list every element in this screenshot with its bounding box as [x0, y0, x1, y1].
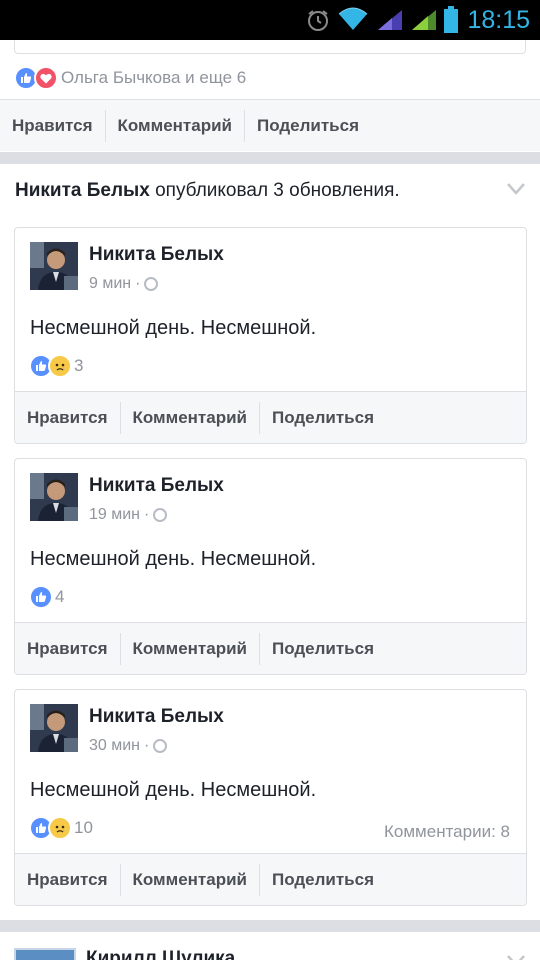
shared-content-card[interactable]: [14, 40, 526, 54]
sad-reaction-icon: [48, 354, 72, 378]
post-author[interactable]: Никита Белых: [89, 475, 224, 497]
share-button[interactable]: Поделиться: [245, 110, 371, 142]
reactions-summary[interactable]: 10: [29, 816, 93, 840]
comment-button[interactable]: Комментарий: [106, 109, 245, 142]
chevron-down-icon[interactable]: [506, 182, 526, 196]
chevron-down-icon[interactable]: [506, 954, 526, 960]
share-button[interactable]: Поделиться: [260, 864, 386, 896]
avatar[interactable]: [30, 242, 78, 290]
post-meta: 9 мин ·: [89, 275, 159, 293]
like-button[interactable]: Нравится: [0, 109, 106, 142]
clock: 18:15: [467, 6, 530, 34]
action-bar: Нравится Комментарий Поделиться: [15, 391, 526, 443]
comments-count-link[interactable]: Комментарии: 8: [384, 822, 510, 842]
like-reaction-icon: [29, 585, 53, 609]
alarm-icon: [308, 10, 328, 31]
post-text: Несмешной день. Несмешной.: [30, 548, 317, 570]
globe-icon: [153, 508, 168, 522]
post-author[interactable]: Кирилл Шулика: [86, 948, 235, 960]
post-card: Никита Белых 19 мин · Несмешной день. Не…: [14, 458, 527, 675]
avatar[interactable]: [14, 948, 76, 960]
globe-icon: [153, 739, 168, 753]
previous-post: Ольга Бычкова и еще 6 Нравится Комментар…: [0, 40, 540, 152]
wifi-icon: [338, 7, 368, 30]
post-meta: 19 мин ·: [89, 506, 168, 524]
action-bar: Нравится Комментарий Поделиться: [15, 853, 526, 905]
globe-icon: [144, 277, 159, 291]
post-card: Никита Белых 30 мин · Несмешной день. Не…: [14, 689, 527, 906]
love-reaction-icon: [34, 66, 58, 90]
avatar[interactable]: [30, 473, 78, 521]
post-card: Никита Белых 9 мин · Несмешной день. Нес…: [14, 227, 527, 444]
comment-button[interactable]: Комментарий: [121, 632, 260, 665]
post-text: Несмешной день. Несмешной.: [30, 779, 317, 801]
post-time[interactable]: 19 мин: [89, 506, 140, 524]
post-meta: 30 мин ·: [89, 737, 168, 755]
reaction-count: 4: [55, 587, 65, 606]
avatar[interactable]: [30, 704, 78, 752]
battery-icon: [444, 6, 458, 33]
story-author-link[interactable]: Никита Белых: [15, 180, 150, 201]
status-bar: 18:15: [0, 0, 540, 40]
feed-divider: [0, 152, 540, 164]
post-text: Несмешной день. Несмешной.: [30, 317, 317, 339]
story-header-text: опубликовал 3 обновления.: [155, 180, 400, 201]
signal-icon: [378, 10, 402, 30]
reactions-summary[interactable]: 3: [29, 354, 83, 378]
signal-icon: [412, 10, 436, 30]
share-button[interactable]: Поделиться: [260, 402, 386, 434]
action-bar: Нравится Комментарий Поделиться: [0, 99, 540, 151]
reactions-text: Ольга Бычкова и еще 6: [61, 68, 247, 87]
comment-button[interactable]: Комментарий: [121, 863, 260, 896]
sad-reaction-icon: [48, 816, 72, 840]
feed-divider: [0, 920, 540, 932]
next-story: Кирилл Шулика: [0, 932, 540, 960]
reaction-count: 3: [74, 356, 84, 375]
post-author[interactable]: Никита Белых: [89, 244, 224, 266]
action-bar: Нравится Комментарий Поделиться: [15, 622, 526, 674]
reactions-summary[interactable]: 4: [29, 585, 64, 609]
post-time[interactable]: 9 мин: [89, 275, 131, 293]
story-header: Никита Белых опубликовал 3 обновления.: [15, 180, 400, 202]
post-author[interactable]: Никита Белых: [89, 706, 224, 728]
reactions-summary[interactable]: Ольга Бычкова и еще 6: [14, 66, 246, 90]
reaction-count: 10: [74, 818, 93, 837]
story-group: Никита Белых опубликовал 3 обновления. Н…: [0, 164, 540, 920]
share-button[interactable]: Поделиться: [260, 633, 386, 665]
like-button[interactable]: Нравится: [15, 863, 121, 896]
like-button[interactable]: Нравится: [15, 632, 121, 665]
like-button[interactable]: Нравится: [15, 401, 121, 434]
news-feed[interactable]: Ольга Бычкова и еще 6 Нравится Комментар…: [0, 40, 540, 960]
post-time[interactable]: 30 мин: [89, 737, 140, 755]
comment-button[interactable]: Комментарий: [121, 401, 260, 434]
